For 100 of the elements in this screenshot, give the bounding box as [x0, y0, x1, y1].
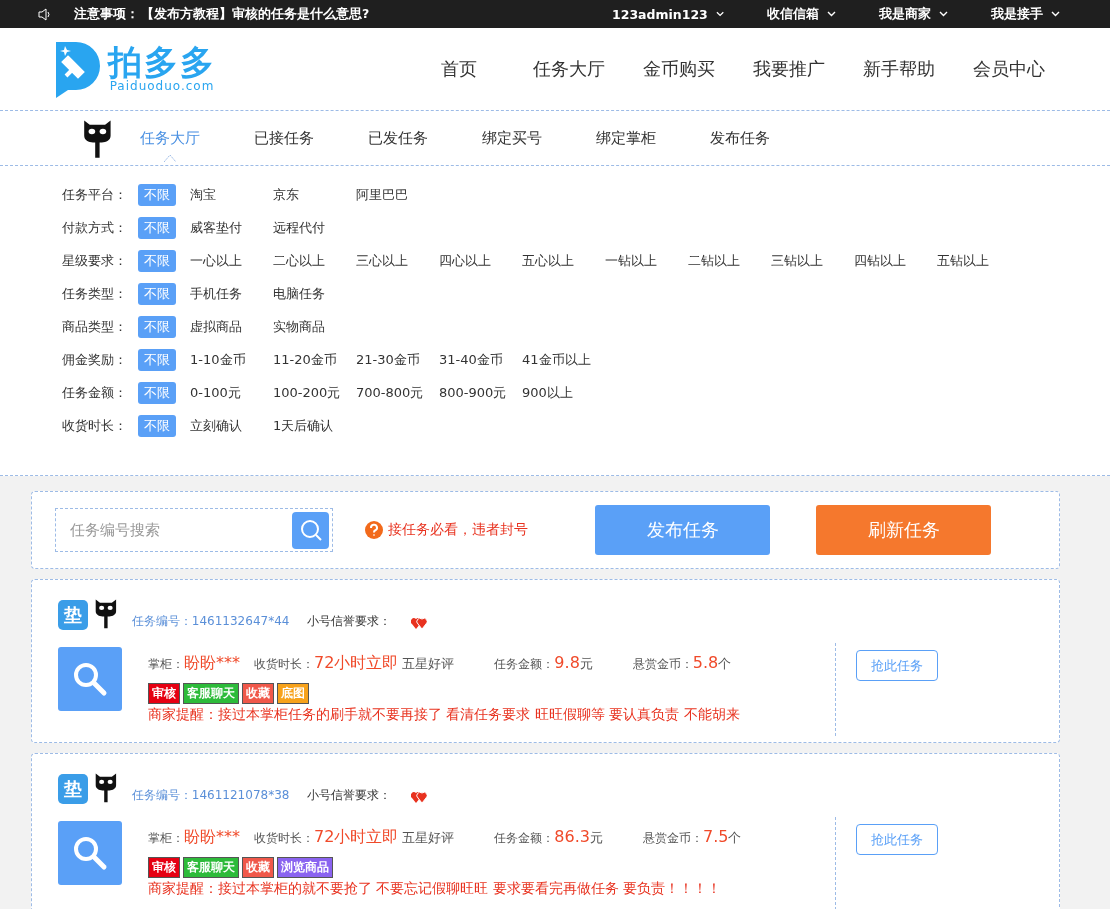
chevron-down-icon [715, 11, 724, 17]
filter-option[interactable]: 立刻确认 [190, 415, 273, 437]
reward-value: 7.5 [703, 827, 729, 846]
shop-name: 盼盼*** [184, 827, 240, 848]
nav-link[interactable]: 会员中心 [954, 57, 1064, 81]
reward-label: 悬赏金币： [643, 830, 703, 847]
chevron-down-icon [1051, 11, 1060, 17]
filter-option[interactable]: 五心以上 [522, 250, 605, 272]
task-id: 任务编号：1461132647*44 [131, 613, 290, 630]
filter-option[interactable]: 四心以上 [439, 250, 522, 272]
task-tag: 浏览商品 [277, 857, 333, 878]
filter-label: 付款方式： [62, 219, 128, 237]
filter-option[interactable]: 1-10金币 [190, 349, 273, 371]
receive-label: 收货时长： [254, 830, 314, 847]
filter-label: 佣金奖励： [62, 351, 128, 369]
filter-label: 商品类型： [62, 318, 128, 336]
nav-link[interactable]: 新手帮助 [844, 57, 954, 81]
caret-icon [163, 153, 176, 162]
filter-option[interactable]: 虚拟商品 [190, 316, 273, 338]
task-tag: 收藏 [242, 683, 274, 704]
nav-link[interactable]: 我要推广 [734, 57, 844, 81]
reward-unit: 个 [728, 829, 742, 847]
filter-option[interactable]: 远程代付 [273, 217, 356, 239]
chevron-down-icon [939, 11, 948, 17]
logo-text: 拍多多 [108, 45, 216, 79]
filter-option[interactable]: 31-40金币 [439, 349, 522, 371]
search-icon [298, 518, 323, 542]
amount-value: 86.3 [554, 827, 590, 846]
task-tag: 客服聊天 [183, 857, 239, 878]
hearts-icon [411, 790, 428, 804]
filter-option[interactable]: 五钻以上 [937, 250, 1020, 272]
amount-label: 任务金额： [494, 656, 555, 673]
filter-option[interactable]: 淘宝 [190, 184, 273, 206]
filter-option[interactable]: 实物商品 [273, 316, 356, 338]
filter-label: 任务金额： [62, 384, 128, 402]
task-tag: 收藏 [242, 857, 274, 878]
shop-label: 掌柜： [148, 656, 184, 673]
filter-option[interactable]: 四钻以上 [854, 250, 937, 272]
reward-label: 悬赏金币： [632, 656, 693, 673]
filter-option[interactable]: 100-200元 [273, 382, 356, 404]
amount-unit: 元 [579, 655, 593, 673]
top-menu-link[interactable]: 我是接手 [991, 5, 1043, 23]
filter-option[interactable]: 11-20金币 [273, 349, 356, 371]
filter-option[interactable]: 手机任务 [190, 283, 273, 305]
notice-link[interactable]: 【发布方教程】审核的任务是什么意思? [141, 5, 370, 23]
top-menu-link[interactable]: 收信信箱 [767, 5, 819, 23]
top-menu-link[interactable]: 我是商家 [879, 5, 931, 23]
reward-value: 5.8 [692, 653, 719, 672]
search-bar[interactable]: 任务编号搜索 [55, 508, 333, 552]
shop-label: 掌柜： [148, 830, 184, 847]
nav-link[interactable]: 首页 [404, 57, 514, 81]
question-icon [365, 521, 383, 539]
credit-label: 小号信誉要求： [307, 613, 392, 630]
filter-option[interactable]: 1天后确认 [273, 415, 356, 437]
filter-option[interactable]: 二心以上 [273, 250, 356, 272]
filter-option[interactable]: 三心以上 [356, 250, 439, 272]
filter-label: 任务平台： [62, 186, 128, 204]
filter-option[interactable]: 900以上 [522, 382, 605, 404]
credit-label: 小号信誉要求： [307, 787, 392, 804]
task-tag: 底图 [277, 683, 309, 704]
filter-label: 星级要求： [62, 252, 128, 270]
filter-label: 收货时长： [62, 417, 128, 435]
review-text: 五星好评 [402, 829, 455, 847]
merchant-reminder: 商家提醒：接过本掌柜的就不要抢了 不要忘记假聊旺旺 要求要看完再做任务 要负责！！！！ [148, 880, 723, 898]
filter-option[interactable]: 0-100元 [190, 382, 273, 404]
notice-label: 注意事项： [74, 5, 139, 23]
filter-option[interactable]: 700-800元 [356, 382, 439, 404]
review-text: 五星好评 [402, 655, 455, 673]
task-id: 任务编号：1461121078*38 [131, 787, 290, 804]
shop-name: 盼盼*** [184, 653, 240, 674]
filter-option[interactable]: 三钻以上 [771, 250, 854, 272]
filter-option[interactable]: 阿里巴巴 [356, 184, 439, 206]
sub-nav-tab[interactable]: 已发任务 [340, 128, 455, 148]
search-thumbnail [58, 821, 122, 885]
sub-nav-tab[interactable]: 发布任务 [682, 128, 797, 148]
top-menu-link[interactable]: 123admin123 [612, 6, 708, 22]
search-thumbnail [58, 647, 122, 711]
sub-nav-tab[interactable]: 绑定掌柜 [568, 128, 683, 148]
pay-badge: 垫 [58, 774, 88, 804]
filter-option[interactable]: 21-30金币 [356, 349, 439, 371]
sub-nav-tab[interactable]: 绑定买号 [454, 128, 569, 148]
filter-label: 任务类型： [62, 285, 128, 303]
sub-nav-tab[interactable]: 已接任务 [226, 128, 341, 148]
task-tag: 审核 [148, 683, 180, 704]
filter-option[interactable]: 800-900元 [439, 382, 522, 404]
filter-option[interactable]: 一钻以上 [605, 250, 688, 272]
nav-link[interactable]: 金币购买 [624, 57, 734, 81]
nav-link[interactable]: 任务大厅 [514, 57, 624, 81]
filter-option[interactable]: 电脑任务 [273, 283, 356, 305]
hearts-icon [411, 616, 428, 630]
filter-option[interactable]: 京东 [273, 184, 356, 206]
filter-option[interactable]: 一心以上 [190, 250, 273, 272]
task-tag: 客服聊天 [183, 683, 239, 704]
filter-option[interactable]: 威客垫付 [190, 217, 273, 239]
amount-unit: 元 [590, 829, 603, 847]
filter-option[interactable]: 41金币以上 [522, 349, 605, 371]
pay-badge: 垫 [58, 600, 88, 630]
amount-label: 任务金额： [494, 830, 555, 847]
filter-option[interactable]: 二钻以上 [688, 250, 771, 272]
search-button[interactable] [292, 511, 329, 549]
